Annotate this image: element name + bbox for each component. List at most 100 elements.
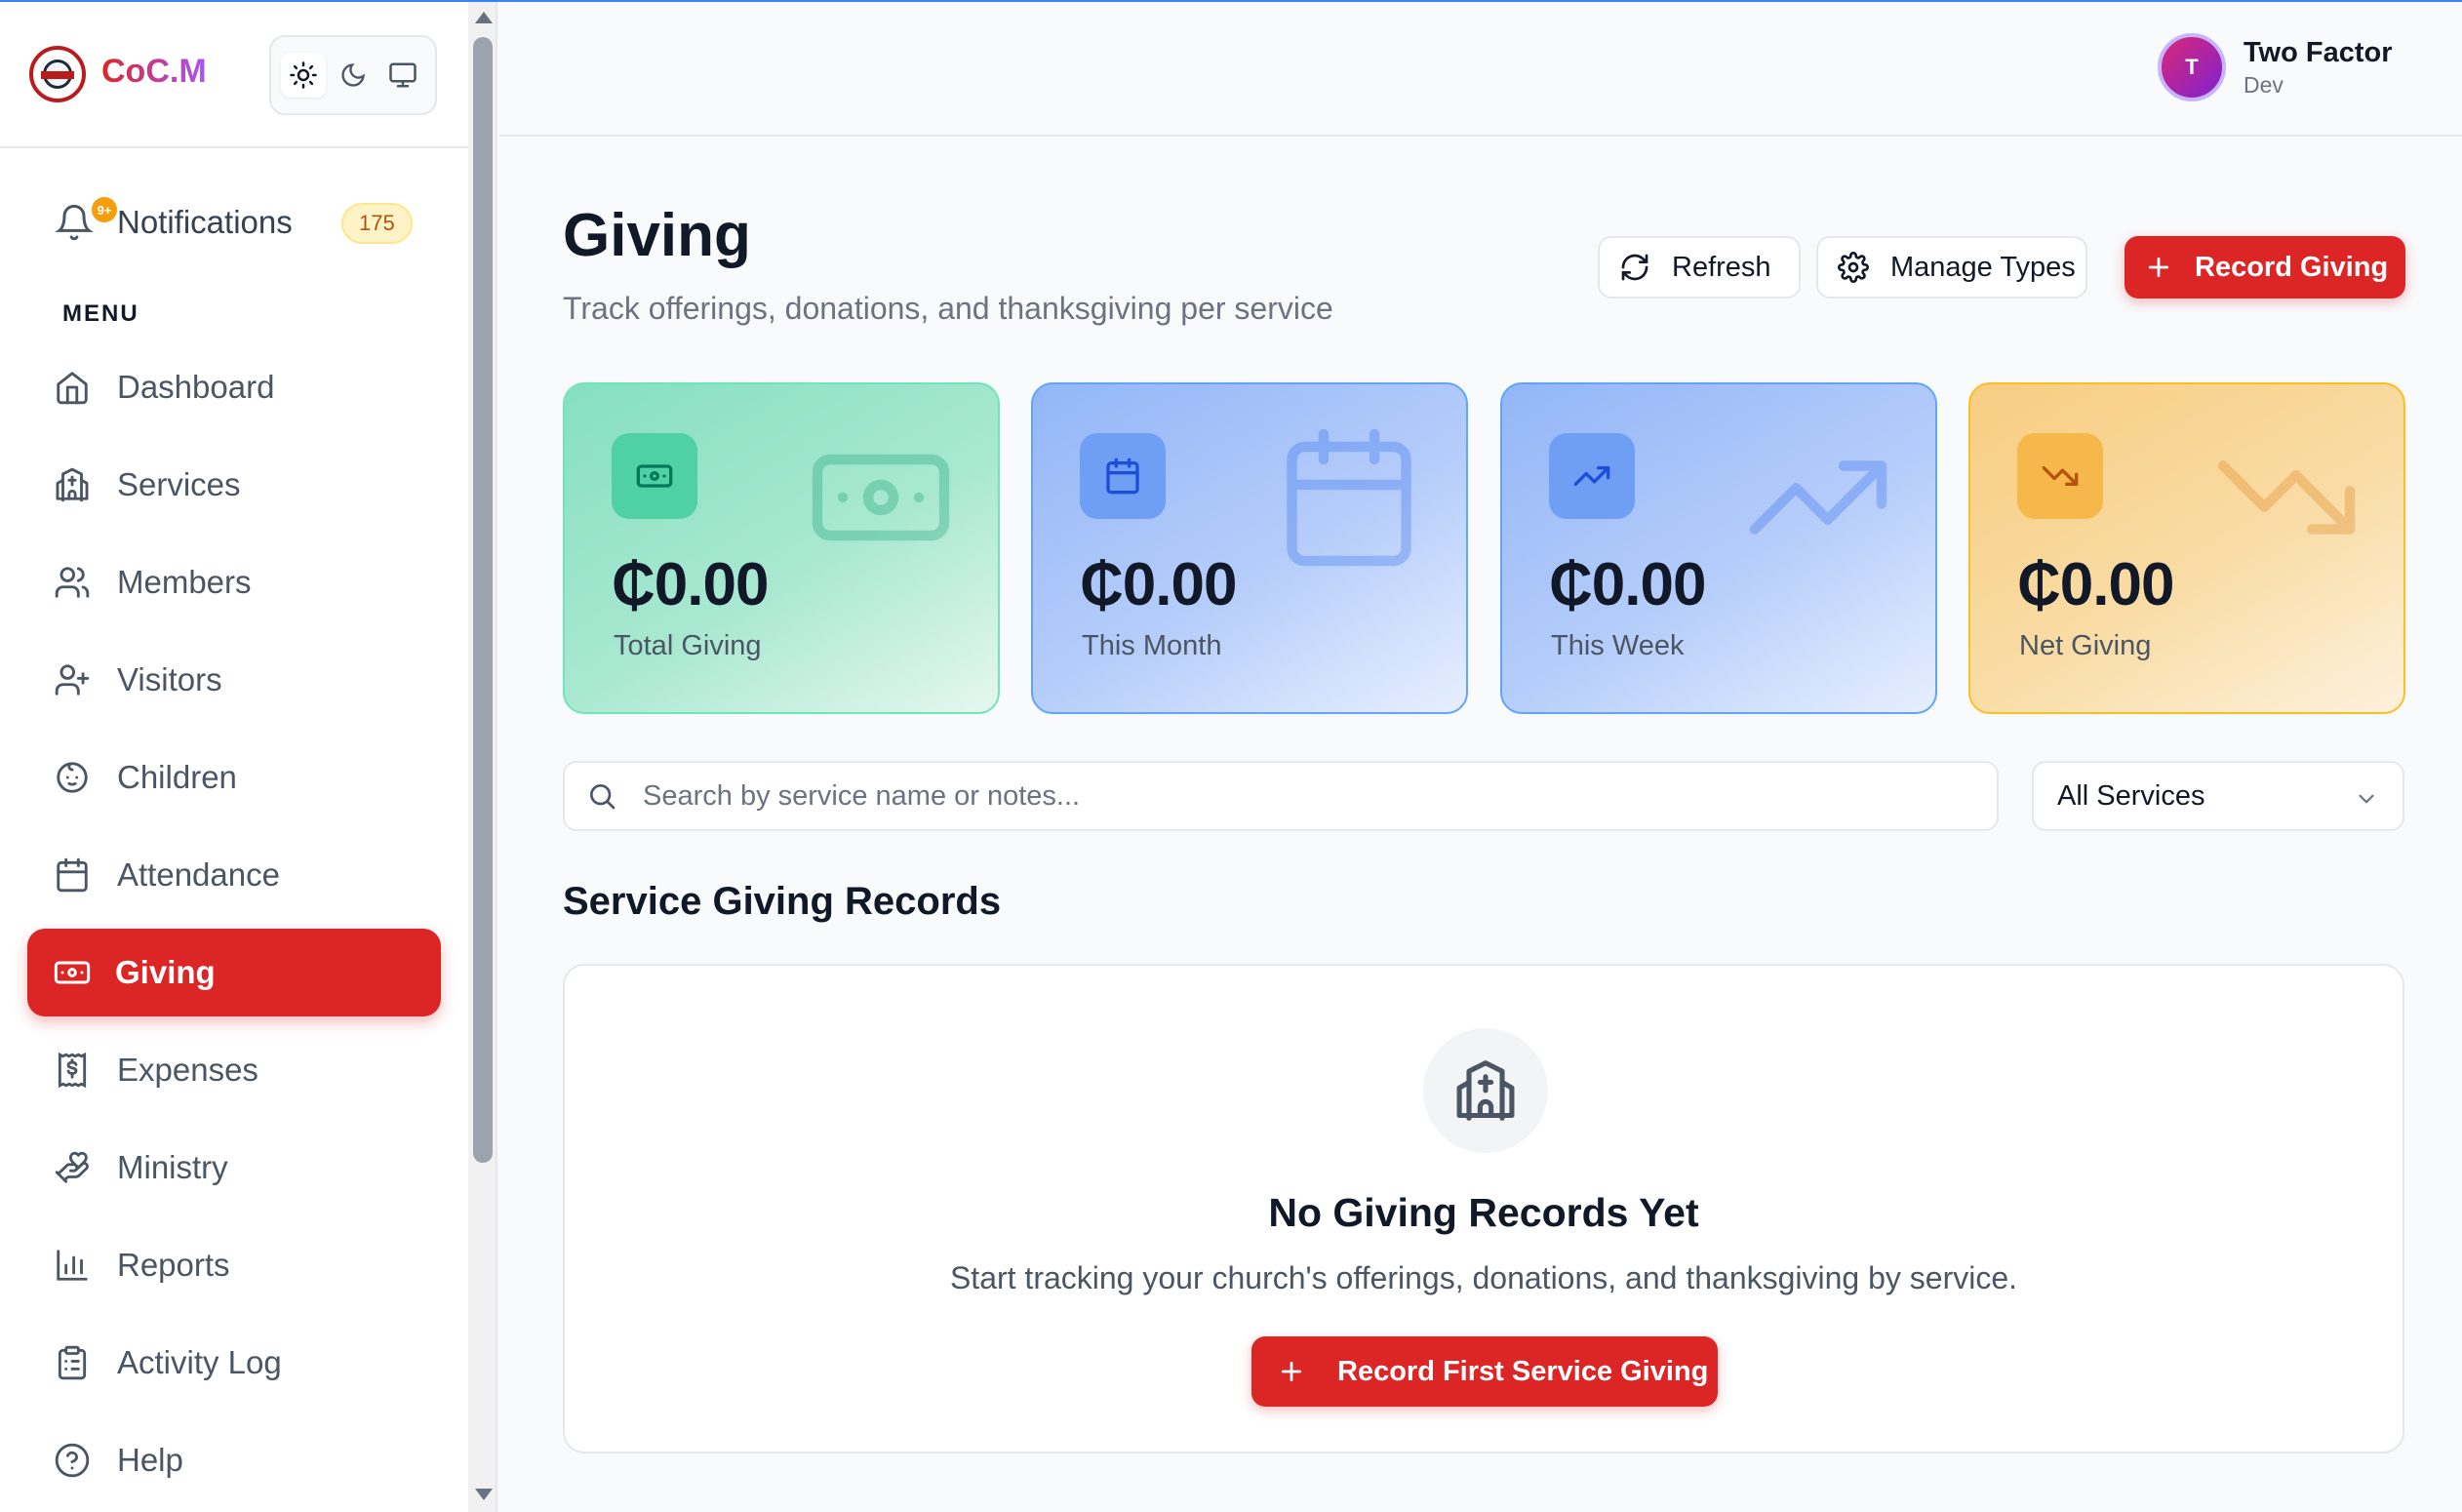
top-accent-line	[0, 0, 2462, 2]
brand-header: CoC.M	[0, 2, 468, 148]
banknote-icon	[612, 433, 697, 519]
church-icon	[53, 465, 92, 504]
notification-dot-badge: 9+	[92, 197, 117, 222]
avatar[interactable]: T	[2158, 33, 2226, 101]
sidebar-item-visitors[interactable]: Visitors	[27, 636, 441, 724]
record-first-giving-button[interactable]: Record First Service Giving	[1251, 1336, 1718, 1407]
stat-value: ₵0.00	[2017, 551, 2174, 618]
stat-label: Net Giving	[2019, 630, 2152, 661]
notifications-label: Notifications	[117, 204, 293, 240]
bar-chart-icon	[53, 1246, 92, 1285]
system-theme-button[interactable]	[380, 53, 425, 98]
plus-icon	[2144, 253, 2173, 282]
scroll-up-arrow-icon[interactable]	[475, 12, 493, 23]
record-giving-button[interactable]: Record Giving	[2124, 236, 2405, 298]
sidebar-item-ministry[interactable]: Ministry	[27, 1124, 441, 1212]
sidebar-item-label: Expenses	[117, 1052, 258, 1088]
dark-theme-button[interactable]	[331, 53, 376, 98]
sidebar-item-label: Giving	[115, 954, 216, 990]
sidebar-item-giving[interactable]: Giving	[27, 929, 441, 1016]
theme-switcher	[269, 35, 437, 115]
scroll-down-arrow-icon[interactable]	[475, 1489, 493, 1500]
sidebar-item-children[interactable]: Children	[27, 734, 441, 821]
baby-icon	[53, 758, 92, 797]
search-box	[563, 761, 1999, 831]
stat-card-this-month: ₵0.00 This Month	[1031, 382, 1468, 714]
calendar-watermark-icon	[1273, 421, 1425, 578]
stat-card-net-giving: ₵0.00 Net Giving	[1968, 382, 2405, 714]
user-name[interactable]: Two Factor	[2244, 37, 2393, 69]
sidebar-item-label: Reports	[117, 1247, 230, 1283]
trending-up-icon	[1549, 433, 1635, 519]
help-circle-icon	[53, 1441, 92, 1480]
users-icon	[53, 563, 92, 602]
stat-value: ₵0.00	[1549, 551, 1706, 618]
user-role: Dev	[2244, 72, 2283, 98]
sidebar-item-services[interactable]: Services	[27, 441, 441, 529]
sidebar-item-label: Attendance	[117, 856, 280, 893]
page-subtitle: Track offerings, donations, and thanksgi…	[563, 291, 1333, 326]
sidebar-item-label: Ministry	[117, 1149, 228, 1185]
stat-value: ₵0.00	[1080, 551, 1237, 618]
moon-icon	[341, 63, 365, 87]
service-filter-select[interactable]: All Services	[2032, 761, 2404, 831]
clipboard-icon	[53, 1343, 92, 1382]
plus-icon	[1277, 1357, 1306, 1386]
stat-card-this-week: ₵0.00 This Week	[1500, 382, 1937, 714]
sidebar-item-label: Services	[117, 466, 241, 502]
sidebar-item-attendance[interactable]: Attendance	[27, 831, 441, 919]
receipt-icon	[53, 1051, 92, 1090]
sidebar-item-expenses[interactable]: Expenses	[27, 1026, 441, 1114]
sidebar-scrollbar[interactable]	[468, 2, 497, 1512]
stat-value: ₵0.00	[612, 551, 769, 618]
trending-down-watermark-icon	[2210, 421, 2363, 578]
record-first-giving-label: Record First Service Giving	[1337, 1355, 1709, 1387]
sidebar-item-label: Members	[117, 564, 252, 600]
service-filter-value: All Services	[2057, 780, 2205, 812]
stat-label: This Month	[1082, 630, 1222, 661]
app-name[interactable]: CoC.M	[101, 53, 207, 91]
trending-up-watermark-icon	[1742, 421, 1894, 578]
chevron-down-icon	[2354, 786, 2379, 816]
sidebar-item-help[interactable]: Help	[27, 1416, 441, 1504]
page-title: Giving	[563, 202, 751, 269]
top-header: T Two Factor Dev	[499, 2, 2462, 137]
monitor-icon	[388, 62, 417, 88]
sidebar-item-label: Children	[117, 759, 237, 795]
sidebar-item-dashboard[interactable]: Dashboard	[27, 343, 441, 431]
sidebar-item-activity-log[interactable]: Activity Log	[27, 1319, 441, 1407]
empty-state-title: No Giving Records Yet	[1268, 1190, 1699, 1235]
banknote-icon	[53, 953, 92, 992]
banknote-watermark-icon	[805, 421, 957, 578]
notifications-link[interactable]: 9+ Notifications 175	[49, 193, 419, 252]
sidebar-item-members[interactable]: Members	[27, 538, 441, 626]
stat-label: This Week	[1551, 630, 1685, 661]
church-logo[interactable]	[29, 46, 86, 102]
sidebar-item-label: Activity Log	[117, 1344, 282, 1380]
records-section-title: Service Giving Records	[563, 880, 1002, 923]
menu-section-title: MENU	[62, 300, 139, 327]
search-icon	[586, 780, 617, 816]
stat-label: Total Giving	[614, 630, 762, 661]
search-input[interactable]	[643, 775, 1969, 817]
bell-icon	[55, 204, 94, 241]
user-plus-icon	[53, 660, 92, 699]
sidebar: CoC.M 9+ Notifications 175 MENU Dashboar…	[0, 2, 468, 1512]
refresh-icon	[1619, 252, 1650, 283]
light-theme-button[interactable]	[281, 53, 327, 98]
refresh-label: Refresh	[1672, 251, 1771, 283]
sidebar-item-label: Visitors	[117, 661, 222, 697]
record-giving-label: Record Giving	[2195, 251, 2389, 283]
sidebar-item-reports[interactable]: Reports	[27, 1221, 441, 1309]
scrollbar-thumb[interactable]	[473, 37, 493, 1163]
calendar-icon	[53, 855, 92, 895]
church-icon	[1423, 1028, 1548, 1153]
stat-card-total-giving: ₵0.00 Total Giving	[563, 382, 1000, 714]
sidebar-item-label: Dashboard	[117, 369, 275, 405]
empty-state-description: Start tracking your church's offerings, …	[949, 1260, 2018, 1295]
refresh-button[interactable]: Refresh	[1598, 236, 1801, 298]
manage-types-button[interactable]: Manage Types	[1816, 236, 2087, 298]
sidebar-item-label: Help	[117, 1442, 183, 1478]
gear-icon	[1838, 252, 1869, 283]
sun-icon	[290, 61, 318, 89]
